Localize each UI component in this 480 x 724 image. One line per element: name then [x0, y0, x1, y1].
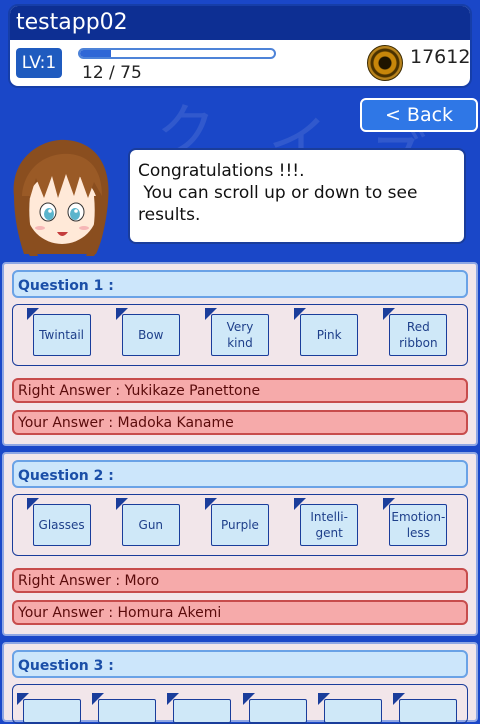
- result-message: Congratulations !!!. You can scroll up o…: [128, 148, 466, 244]
- status-header: testapp02 LV:1 12 / 75 17612: [8, 4, 472, 88]
- app-title-bar: testapp02: [10, 6, 470, 40]
- choice-button[interactable]: Very kind: [204, 308, 269, 356]
- question-card: Question 3 :: [2, 642, 478, 724]
- message-line: You can scroll up or down to see: [138, 183, 418, 203]
- avatar: [13, 139, 109, 256]
- choice-button[interactable]: Bow: [115, 308, 180, 356]
- coin-icon: [367, 45, 403, 81]
- choice-button[interactable]: Purple: [204, 498, 269, 546]
- app-title: testapp02: [16, 10, 128, 35]
- progress-bar: [78, 48, 276, 59]
- choice-label: Bow: [138, 328, 164, 342]
- choice-button[interactable]: Red ribbon: [383, 308, 448, 356]
- message-line: Congratulations !!!.: [138, 161, 305, 181]
- choice-label: Intelli- gent: [310, 510, 348, 540]
- question-card: Question 1 : Twintail Bow Very kind Pink…: [2, 262, 478, 446]
- choice-button[interactable]: Emotion- less: [383, 498, 448, 546]
- choices-row: Twintail Bow Very kind Pink Red ribbon: [12, 304, 468, 366]
- choice-button[interactable]: Glasses: [26, 498, 91, 546]
- choice-label: Gun: [138, 518, 164, 532]
- coin-count: 17612: [410, 46, 471, 68]
- your-answer: Your Answer : Homura Akemi: [12, 600, 468, 625]
- choice-button[interactable]: Gun: [115, 498, 180, 546]
- question-title: Question 3 :: [12, 650, 468, 678]
- your-answer: Your Answer : Madoka Kaname: [12, 410, 468, 435]
- choice-button[interactable]: Pink: [294, 308, 359, 356]
- question-card: Question 2 : Glasses Gun Purple Intelli-…: [2, 452, 478, 636]
- choice-button[interactable]: Intelli- gent: [294, 498, 359, 546]
- choice-label: Very kind: [226, 320, 254, 350]
- choice-button[interactable]: Twintail: [26, 308, 91, 356]
- question-title: Question 2 :: [12, 460, 468, 488]
- choice-label: Purple: [221, 518, 259, 532]
- choice-button[interactable]: [92, 693, 157, 723]
- choice-label: Emotion- less: [391, 510, 446, 540]
- choice-button[interactable]: [167, 693, 232, 723]
- choice-button[interactable]: [317, 693, 382, 723]
- message-line: results.: [138, 205, 201, 225]
- level-badge: LV:1: [16, 48, 62, 78]
- choice-button[interactable]: [392, 693, 457, 723]
- choice-button[interactable]: [242, 693, 307, 723]
- question-title: Question 1 :: [12, 270, 468, 298]
- choices-row: [12, 684, 468, 724]
- progress-text: 12 / 75: [82, 63, 142, 83]
- right-answer: Right Answer : Yukikaze Panettone: [12, 378, 468, 403]
- choice-label: Twintail: [39, 328, 84, 342]
- back-button[interactable]: < Back: [360, 98, 478, 132]
- choice-label: Pink: [316, 328, 342, 342]
- progress-fill: [80, 50, 112, 57]
- choice-label: Glasses: [38, 518, 85, 532]
- choices-row: Glasses Gun Purple Intelli- gent Emotion…: [12, 494, 468, 556]
- choice-button[interactable]: [17, 693, 81, 723]
- choice-label: Red ribbon: [399, 320, 438, 350]
- right-answer: Right Answer : Moro: [12, 568, 468, 593]
